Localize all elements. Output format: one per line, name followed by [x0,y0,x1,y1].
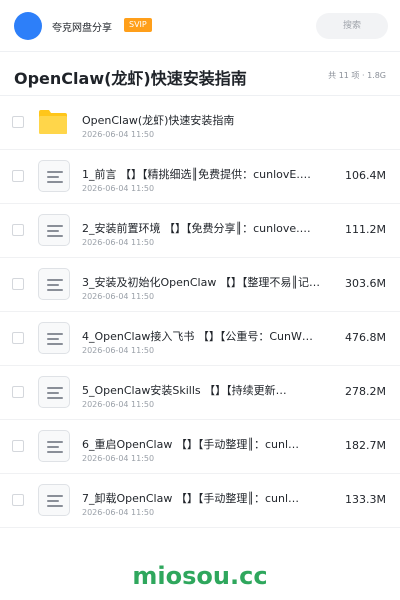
list-item[interactable]: 5_OpenClaw安装Skills 【】【持续更新… 2026-06-04 1… [0,366,400,420]
file-name: OpenClaw(龙虾)快速安装指南 [82,114,235,127]
file-size: 182.7M [345,439,386,452]
file-date: 2026-06-04 11:50 [82,130,155,139]
file-date: 2026-06-04 11:50 [82,400,155,409]
list-item[interactable]: OpenClaw(龙虾)快速安装指南 2026-06-04 11:50 [0,96,400,150]
file-date: 2026-06-04 11:50 [82,508,155,517]
select-checkbox[interactable] [12,332,24,344]
document-icon [38,322,70,354]
avatar[interactable] [14,12,42,40]
document-icon [38,376,70,408]
folder-icon [38,106,70,138]
document-icon [38,160,70,192]
file-name: 5_OpenClaw安装Skills 【】【持续更新… [82,384,287,397]
file-size: 111.2M [345,223,386,236]
file-date: 2026-06-04 11:50 [82,346,155,355]
watermark-text: miosou.cc [132,562,268,590]
file-name: 2_安装前置环境 【】【免费分享║：cunlove.… [82,222,311,235]
folder-titlebar: OpenClaw(龙虾)快速安装指南 共 11 项 · 1.8G [0,52,400,96]
top-header: 夸克网盘分享 SVIP 搜索 [0,0,400,52]
select-checkbox[interactable] [12,494,24,506]
file-list: OpenClaw(龙虾)快速安装指南 2026-06-04 11:50 1_前言… [0,96,400,528]
file-size: 133.3M [345,493,386,506]
file-date: 2026-06-04 11:50 [82,238,155,247]
document-icon [38,214,70,246]
select-checkbox[interactable] [12,224,24,236]
document-icon [38,430,70,462]
list-item[interactable]: 3_安装及初始化OpenClaw 【】【整理不易║记… 2026-06-04 1… [0,258,400,312]
select-checkbox[interactable] [12,278,24,290]
list-item[interactable]: 2_安装前置环境 【】【免费分享║：cunlove.… 2026-06-04 1… [0,204,400,258]
list-item[interactable]: 7_卸载OpenClaw 【】【手动整理║：cunl… 2026-06-04 1… [0,474,400,528]
svip-badge: SVIP [124,18,152,32]
list-item[interactable]: 1_前言 【】【精挑细选║免费提供：cunlovE.… 2026-06-04 1… [0,150,400,204]
file-size: 278.2M [345,385,386,398]
file-date: 2026-06-04 11:50 [82,184,155,193]
app-name: 夸克网盘分享 [52,23,112,34]
file-name: 7_卸载OpenClaw 【】【手动整理║：cunl… [82,492,300,505]
select-checkbox[interactable] [12,386,24,398]
file-name: 1_前言 【】【精挑细选║免费提供：cunlovE.… [82,168,311,181]
page-title: OpenClaw(龙虾)快速安装指南 [14,69,247,88]
select-checkbox[interactable] [12,440,24,452]
select-checkbox[interactable] [12,116,24,128]
file-date: 2026-06-04 11:50 [82,292,155,301]
file-date: 2026-06-04 11:50 [82,454,155,463]
document-icon [38,268,70,300]
file-name: 4_OpenClaw接入飞书 【】【公重号：CunW… [82,330,313,343]
folder-meta: 共 11 项 · 1.8G [328,71,386,80]
document-icon [38,484,70,516]
file-size: 106.4M [345,169,386,182]
file-size: 303.6M [345,277,386,290]
search-input[interactable]: 搜索 [316,13,388,39]
file-size: 476.8M [345,331,386,344]
file-name: 3_安装及初始化OpenClaw 【】【整理不易║记… [82,276,320,289]
select-checkbox[interactable] [12,170,24,182]
file-name: 6_重启OpenClaw 【】【手动整理║：cunl… [82,438,300,451]
list-item[interactable]: 6_重启OpenClaw 【】【手动整理║：cunl… 2026-06-04 1… [0,420,400,474]
list-item[interactable]: 4_OpenClaw接入飞书 【】【公重号：CunW… 2026-06-04 1… [0,312,400,366]
